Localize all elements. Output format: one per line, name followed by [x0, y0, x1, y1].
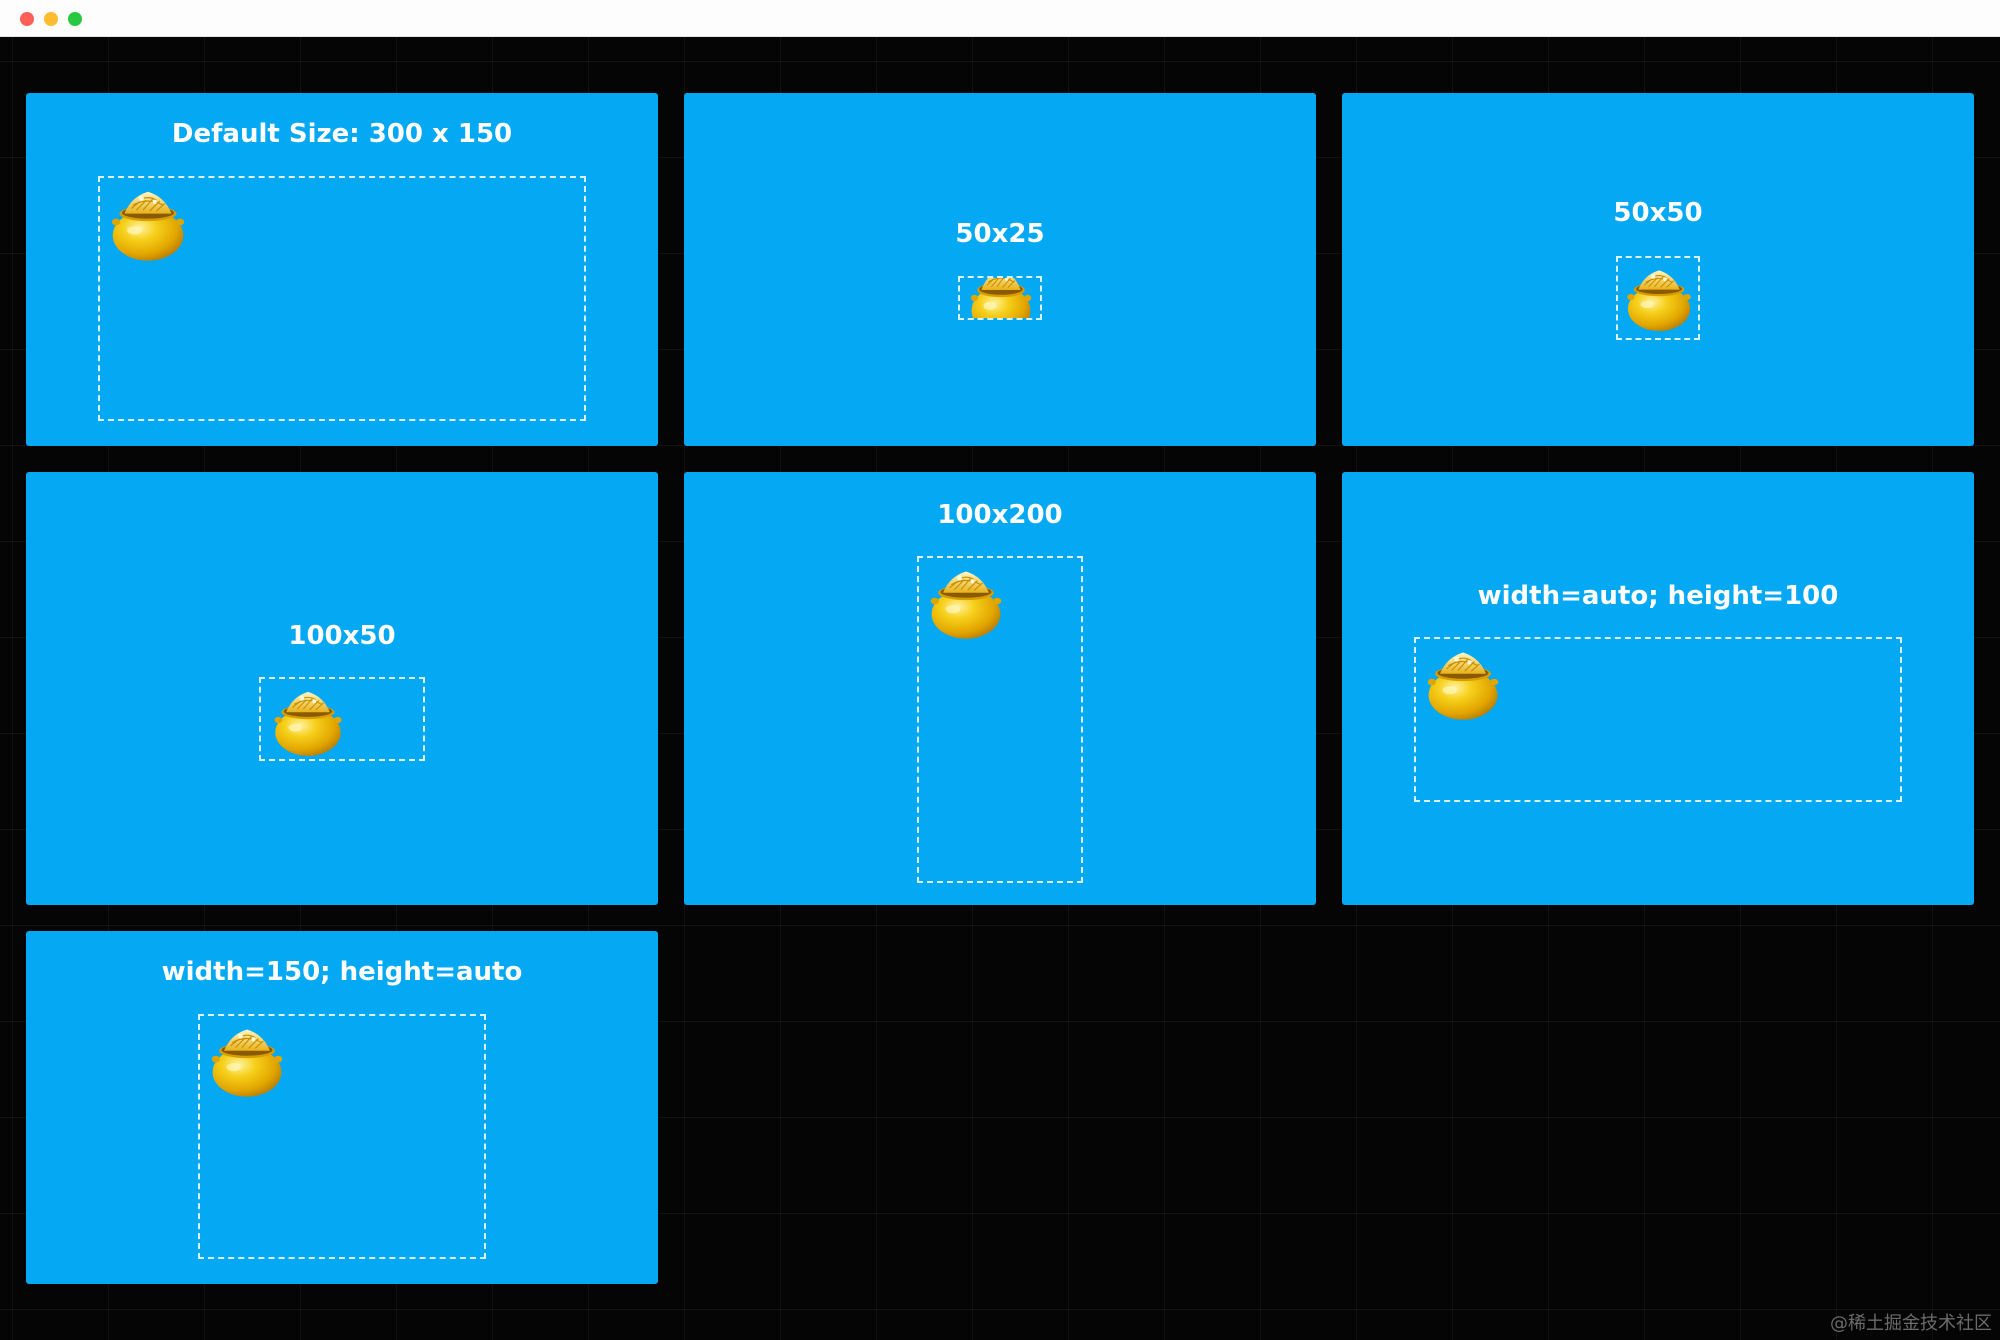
app-window: Default Size: 300 x 150 50x25 50x50 100x…	[0, 0, 2000, 1340]
watermark-text: @稀土掘金技术社区	[1830, 1313, 1992, 1334]
gold-pot-icon	[106, 180, 190, 264]
canvas-card-100x200: 100x200	[684, 472, 1316, 905]
card-title: Default Size: 300 x 150	[171, 119, 513, 149]
window-minimize-button[interactable]	[44, 12, 58, 26]
gold-pot-icon	[1622, 260, 1696, 334]
window-maximize-button[interactable]	[68, 12, 82, 26]
canvas-card-width-auto-height-100: width=auto; height=100	[1342, 472, 1974, 905]
canvas-frame	[958, 276, 1042, 320]
canvas-card-100x50: 100x50	[26, 472, 658, 905]
canvas-frame	[1616, 256, 1700, 340]
window-close-button[interactable]	[20, 12, 34, 26]
gold-pot-icon	[925, 560, 1007, 642]
card-title: width=150; height=auto	[161, 957, 523, 987]
canvas-frame	[259, 677, 425, 761]
card-title: 50x25	[955, 219, 1045, 249]
window-titlebar	[0, 0, 2000, 37]
card-title: 50x50	[1613, 198, 1703, 228]
canvas-frame	[198, 1014, 486, 1259]
card-title: 100x50	[288, 621, 396, 651]
canvas-card-width-150-height-auto: width=150; height=auto	[26, 931, 658, 1284]
canvas-area: Default Size: 300 x 150 50x25 50x50 100x…	[0, 37, 2000, 1340]
canvas-frame	[917, 556, 1083, 883]
gold-pot-icon	[269, 681, 347, 759]
canvas-card-50x25: 50x25	[684, 93, 1316, 446]
canvas-frame	[98, 176, 586, 421]
card-title: width=auto; height=100	[1477, 581, 1839, 611]
canvas-card-50x50: 50x50	[1342, 93, 1974, 446]
gold-pot-icon	[1422, 641, 1504, 723]
gold-pot-icon	[970, 278, 1032, 318]
canvas-card-default-size: Default Size: 300 x 150	[26, 93, 658, 446]
gold-pot-icon	[206, 1018, 288, 1100]
canvas-frame	[1414, 637, 1902, 802]
card-title: 100x200	[937, 500, 1063, 530]
